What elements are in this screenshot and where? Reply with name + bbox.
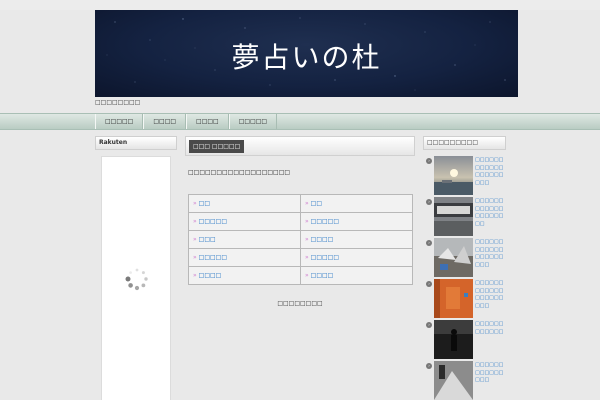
dark-figure-thumbnail[interactable] [434, 320, 473, 359]
main-title-bar: □□□ □□□□□ [185, 136, 415, 156]
ranking-link[interactable]: □□□□□□□□□□□□□□□□□□□□□ [475, 280, 505, 318]
category-link-cell[interactable]: » □□□□ [300, 266, 413, 285]
main-content: □□□ □□□□□ □□□□□□□□□□□□□□□□□□ » □□ » □□ » □□… [185, 136, 415, 400]
nav-item-2[interactable]: □□□□ [143, 114, 187, 129]
category-link[interactable]: □□□□ [311, 272, 334, 279]
bullet-icon: » [193, 200, 197, 207]
orange-door-thumbnail[interactable] [434, 279, 473, 318]
bullet-icon: » [193, 236, 197, 243]
nav-item-1[interactable]: □□□□□ [95, 114, 144, 129]
ranking-list: › □□□□□□□□□□□□□□□□□□□□□ › □□□□□□□□□□□□□□… [423, 156, 506, 400]
category-link[interactable]: □□□□□ [199, 254, 227, 261]
rakuten-widget-title: Rakuten [95, 136, 177, 150]
ranking-link[interactable]: □□□□□□□□□□□□□□□□□□□□□ [475, 157, 505, 195]
category-link-table: » □□ » □□ » □□□□□ » □□□□□ » □□□ » □□□□ » □□□□□ … [188, 194, 413, 285]
bullet-icon: » [193, 254, 197, 261]
category-link[interactable]: □□ [199, 200, 210, 207]
loading-spinner-icon [125, 268, 148, 291]
ranking-link[interactable]: □□□□□□□□□□□□□□□□□□□□ [475, 198, 505, 236]
bullet-icon: » [305, 200, 309, 207]
table-row: » □□□□ » □□□□ [188, 266, 413, 285]
category-link-cell[interactable]: » □□ [300, 194, 413, 213]
table-row: » □□□ » □□□□ [188, 230, 413, 249]
bullet-icon: » [193, 272, 197, 279]
left-sidebar: Rakuten [95, 136, 177, 400]
category-link[interactable]: □□□□ [199, 272, 222, 279]
category-link[interactable]: □□□ [199, 236, 216, 243]
category-link-cell[interactable]: » □□□ [188, 230, 301, 249]
site-tagline: □□□□□□□□ [95, 99, 141, 106]
bullet-icon: » [305, 272, 309, 279]
bullet-icon: » [305, 218, 309, 225]
category-link-cell[interactable]: » □□□□□ [300, 212, 413, 231]
category-link-cell[interactable]: » □□□□□ [300, 248, 413, 267]
category-link-cell[interactable]: » □□□□□ [188, 248, 301, 267]
category-link[interactable]: □□□□ [311, 236, 334, 243]
main-nav-menu: □□□□□ □□□□ □□□□ □□□□□ [95, 114, 278, 129]
category-link[interactable]: □□□□□ [311, 218, 339, 225]
bullet-icon: » [305, 236, 309, 243]
page-title: □□□ □□□□□ [189, 140, 245, 153]
arrow-right-icon: › [426, 199, 432, 205]
table-row: » □□□□□ » □□□□□ [188, 212, 413, 231]
bullet-icon: » [305, 254, 309, 261]
list-item[interactable]: › □□□□□□□□□□□□□□□□□□□□□ [423, 238, 506, 279]
category-link[interactable]: □□□□□ [199, 218, 227, 225]
header-banner[interactable]: 夢占いの杜 [95, 10, 518, 97]
nav-item-4[interactable]: □□□□□ [228, 114, 278, 129]
bw-street-thumbnail[interactable] [434, 361, 473, 400]
list-item[interactable]: › □□□□□□□□□□□□□□□ [423, 361, 506, 400]
table-row: » □□ » □□ [188, 194, 413, 213]
category-link[interactable]: □□□□□ [311, 254, 339, 261]
arrow-right-icon: › [426, 322, 432, 328]
right-sidebar: □□□□□□□□□ › □□□□□□□□□□□□□□□□□□□□□ › □□□□… [423, 136, 506, 400]
sunset-beach-thumbnail[interactable] [434, 156, 473, 195]
category-link-cell[interactable]: » □□□□ [188, 266, 301, 285]
arrow-right-icon: › [426, 281, 432, 287]
ranking-widget-title: □□□□□□□□□ [423, 136, 506, 150]
arrow-right-icon: › [426, 363, 432, 369]
page-top-band [0, 0, 600, 10]
ship-wreck-thumbnail[interactable] [434, 197, 473, 236]
main-nav-bar: □□□□□ □□□□ □□□□ □□□□□ [0, 113, 600, 130]
bullet-icon: » [193, 218, 197, 225]
list-item[interactable]: › □□□□□□□□□□□□□□□□□□□□ [423, 197, 506, 238]
ranking-link[interactable]: □□□□□□□□□□□□□□□□□□□□□ [475, 239, 505, 277]
intro-text: □□□□□□□□□□□□□□□□□□ [188, 169, 291, 176]
category-link-cell[interactable]: » □□ [188, 194, 301, 213]
list-item[interactable]: › □□□□□□□□□□□□□□□□□□□□□ [423, 156, 506, 197]
ranking-link[interactable]: □□□□□□□□□□□□ [475, 321, 505, 359]
rakuten-ad-box[interactable] [101, 156, 171, 400]
category-link-cell[interactable]: » □□□□□ [188, 212, 301, 231]
category-link-cell[interactable]: » □□□□ [300, 230, 413, 249]
debris-ruins-thumbnail[interactable] [434, 238, 473, 277]
nav-item-3[interactable]: □□□□ [186, 114, 229, 129]
table-row: » □□□□□ » □□□□□ [188, 248, 413, 267]
ranking-link[interactable]: □□□□□□□□□□□□□□□ [475, 362, 505, 400]
arrow-right-icon: › [426, 158, 432, 164]
site-title[interactable]: 夢占いの杜 [95, 36, 518, 76]
category-link[interactable]: □□ [311, 200, 322, 207]
footer-note: □□□□□□□□ [277, 300, 323, 307]
list-item[interactable]: › □□□□□□□□□□□□ [423, 320, 506, 361]
list-item[interactable]: › □□□□□□□□□□□□□□□□□□□□□ [423, 279, 506, 320]
arrow-right-icon: › [426, 240, 432, 246]
